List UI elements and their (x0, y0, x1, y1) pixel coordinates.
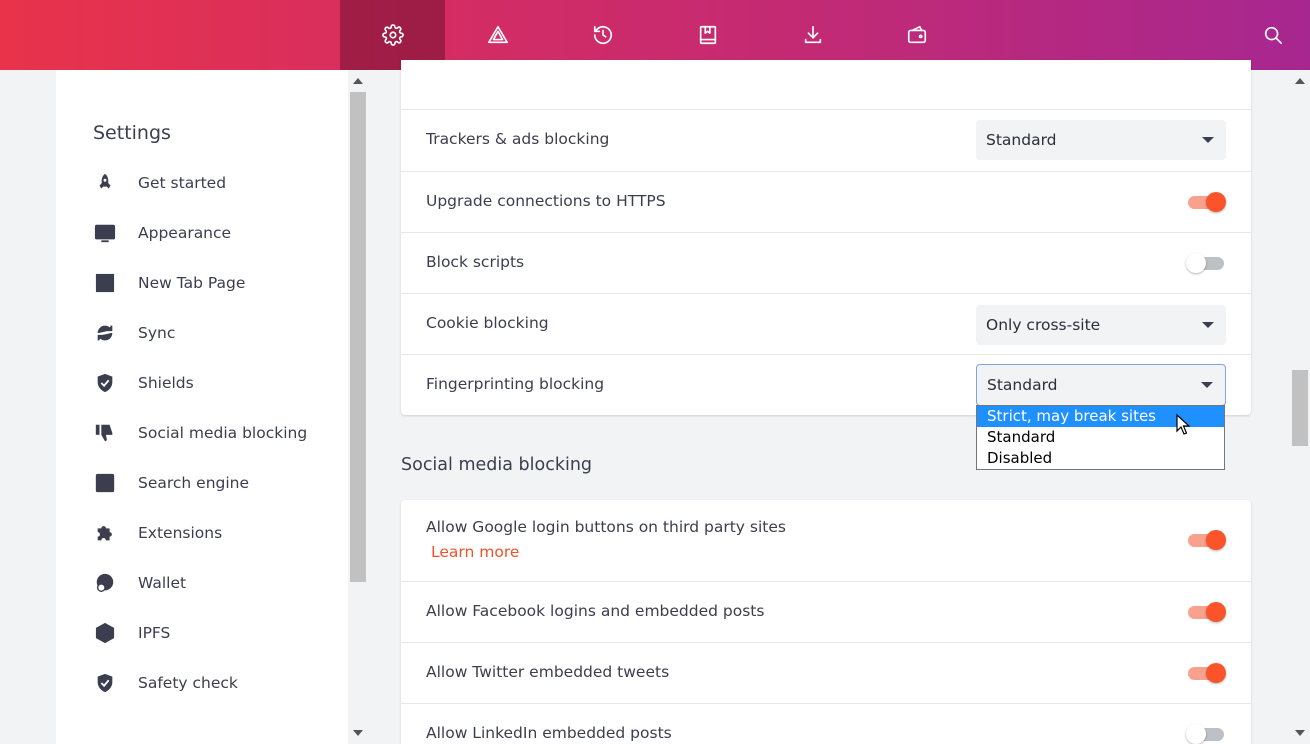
settings-sidebar: Settings Get started Appearance New Tab … (56, 70, 348, 744)
search-icon (1264, 26, 1282, 45)
block-scripts-toggle[interactable] (1186, 251, 1226, 275)
scrollbar-thumb[interactable] (350, 92, 366, 582)
select-value: Standard (987, 376, 1058, 394)
select-value: Only cross-site (986, 316, 1101, 334)
scroll-up-arrow-icon[interactable] (1295, 78, 1305, 84)
google-login-toggle[interactable] (1186, 528, 1226, 552)
search-engine-icon (93, 471, 117, 495)
facebook-toggle[interactable] (1186, 600, 1226, 624)
sync-icon (93, 321, 117, 345)
caret-down-icon (1201, 382, 1213, 388)
sidebar-item-ipfs[interactable]: IPFS (93, 618, 343, 648)
shield-check-icon (93, 371, 117, 395)
setting-label: Allow Google login buttons on third part… (426, 518, 786, 536)
caret-down-icon (1202, 322, 1214, 328)
bookmarks-icon (699, 25, 716, 45)
select-value: Standard (986, 131, 1057, 149)
setting-row-cookie-blocking: Cookie blocking Only cross-site (401, 293, 1251, 354)
sidebar-item-search-engine[interactable]: Search engine (93, 468, 343, 498)
sidebar-item-label: IPFS (138, 624, 171, 642)
sidebar-item-label: Wallet (138, 574, 187, 592)
wallet-icon (907, 25, 926, 44)
setting-label: Block scripts (426, 253, 525, 271)
mouse-cursor-icon (1176, 414, 1190, 435)
scroll-down-arrow-icon[interactable] (353, 730, 363, 736)
wallet-circle-icon (93, 571, 117, 595)
sidebar-item-new-tab-page[interactable]: New Tab Page (93, 268, 343, 298)
sidebar-scrollbar[interactable] (348, 70, 368, 744)
sidebar-item-label: New Tab Page (138, 274, 246, 292)
sidebar-item-label: Appearance (138, 224, 232, 242)
setting-label: Fingerprinting blocking (426, 375, 605, 393)
cookie-blocking-select[interactable]: Only cross-site (976, 305, 1226, 345)
learn-more-link[interactable]: Learn more (431, 543, 519, 561)
twitter-toggle[interactable] (1186, 661, 1226, 685)
scrollbar-thumb[interactable] (1292, 370, 1308, 446)
sidebar-item-shields[interactable]: Shields (93, 368, 343, 398)
sidebar-item-label: Search engine (138, 474, 250, 492)
main-scrollbar[interactable] (1290, 70, 1310, 744)
sidebar-item-label: Safety check (138, 674, 238, 692)
sidebar-item-wallet[interactable]: Wallet (93, 568, 343, 598)
puzzle-icon (93, 521, 117, 545)
shield-check-icon (93, 671, 117, 695)
rocket-icon (93, 171, 117, 195)
sidebar-item-label: Extensions (138, 524, 223, 542)
sidebar-item-extensions[interactable]: Extensions (93, 518, 343, 548)
scroll-down-arrow-icon[interactable] (1295, 730, 1305, 736)
setting-label: Allow LinkedIn embedded posts (426, 724, 672, 742)
gear-icon (381, 24, 404, 46)
sidebar-title: Settings (93, 122, 171, 144)
sidebar-item-label: Shields (138, 374, 194, 392)
social-media-card: Allow Google login buttons on third part… (401, 500, 1251, 744)
option-disabled[interactable]: Disabled (977, 448, 1224, 469)
sidebar-item-social-media-blocking[interactable]: Social media blocking (93, 418, 343, 448)
sidebar-item-label: Sync (138, 324, 176, 342)
shields-settings-card: Trackers & ads blocking Standard Upgrade… (401, 60, 1251, 415)
setting-label: Allow Twitter embedded tweets (426, 663, 670, 681)
download-icon (804, 25, 821, 44)
cube-icon (93, 621, 117, 645)
setting-row-twitter: Allow Twitter embedded tweets (401, 642, 1251, 703)
setting-row-https-upgrade: Upgrade connections to HTTPS (401, 171, 1251, 232)
social-media-section-title: Social media blocking (401, 455, 593, 475)
caret-down-icon (1202, 137, 1214, 143)
setting-row-google-login: Allow Google login buttons on third part… (401, 500, 1251, 581)
setting-row-block-scripts: Block scripts (401, 232, 1251, 293)
setting-row-trackers: Trackers & ads blocking Standard (401, 109, 1251, 171)
sidebar-item-label: Social media blocking (138, 424, 308, 442)
brave-rewards-triangle-icon (487, 25, 508, 44)
sidebar-item-safety-check[interactable]: Safety check (93, 668, 343, 698)
sidebar-item-appearance[interactable]: Appearance (93, 218, 343, 248)
setting-label: Trackers & ads blocking (426, 130, 610, 148)
history-icon (593, 25, 612, 45)
appearance-icon (93, 221, 117, 245)
setting-row-linkedin: Allow LinkedIn embedded posts (401, 703, 1251, 744)
trackers-blocking-select[interactable]: Standard (976, 120, 1226, 160)
setting-label: Upgrade connections to HTTPS (426, 192, 666, 210)
fingerprinting-blocking-select[interactable]: Standard (976, 364, 1226, 406)
https-upgrade-toggle[interactable] (1186, 190, 1226, 214)
setting-label: Allow Facebook logins and embedded posts (426, 602, 765, 620)
setting-row-facebook: Allow Facebook logins and embedded posts (401, 581, 1251, 642)
sidebar-item-sync[interactable]: Sync (93, 318, 343, 348)
thumbs-down-icon (93, 421, 117, 445)
setting-label: Cookie blocking (426, 314, 549, 332)
sidebar-item-get-started[interactable]: Get started (93, 168, 343, 198)
scroll-up-arrow-icon[interactable] (353, 78, 363, 84)
new-tab-icon (93, 271, 117, 295)
sidebar-item-label: Get started (138, 174, 227, 192)
linkedin-toggle[interactable] (1186, 722, 1226, 744)
